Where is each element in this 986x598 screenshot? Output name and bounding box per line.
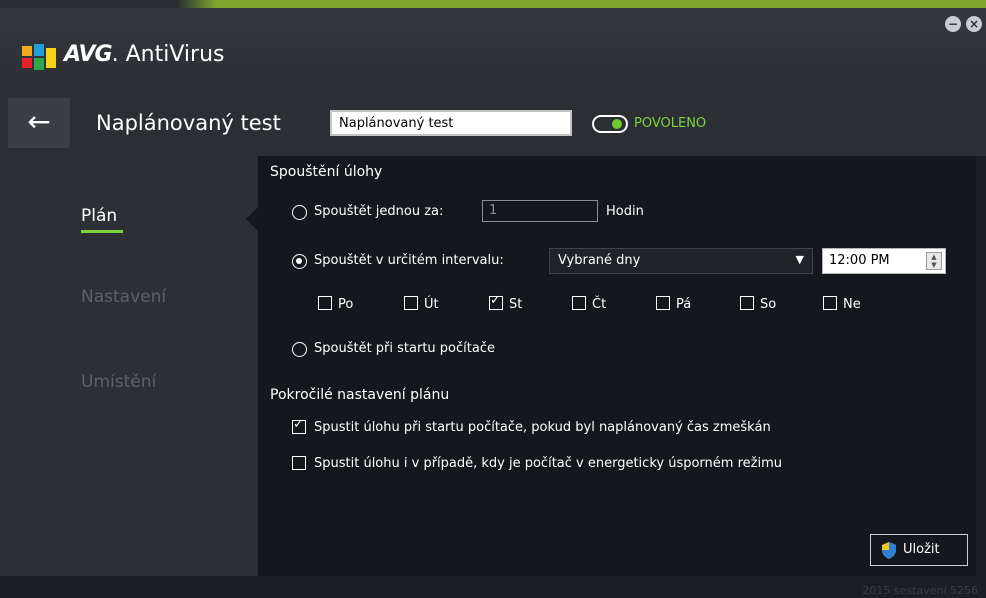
day-label-ne: Ne: [843, 297, 861, 312]
radio-run-interval[interactable]: [292, 254, 307, 269]
radio-run-once[interactable]: [292, 205, 307, 220]
advanced-powersave-label: Spustit úlohu i v případě, kdy je počíta…: [314, 456, 782, 471]
run-once-label: Spouštět jednou za:: [314, 204, 444, 219]
shield-icon: [882, 542, 896, 559]
day-checkbox-pa[interactable]: [656, 296, 670, 310]
run-startup-label: Spouštět při startu počítače: [314, 341, 495, 356]
section-title-schedule: Spouštění úlohy: [270, 164, 383, 180]
advanced-missed-label: Spustit úlohu při startu počítače, pokud…: [314, 420, 771, 435]
time-input[interactable]: 12:00 PM ▲ ▼: [822, 248, 946, 274]
active-nav-underline: [81, 230, 123, 233]
day-checkbox-ut[interactable]: [404, 296, 418, 310]
brand-product: AntiVirus: [125, 42, 225, 67]
build-version: 2015 sestavení 5256: [862, 584, 978, 597]
day-label-so: So: [760, 297, 777, 312]
save-button[interactable]: Uložit: [870, 534, 968, 566]
back-arrow-icon[interactable]: ←: [8, 98, 70, 148]
run-once-unit: Hodin: [606, 204, 644, 219]
close-button[interactable]: ×: [966, 16, 982, 32]
day-label-st: St: [509, 297, 523, 312]
content-panel: [258, 156, 976, 576]
interval-select[interactable]: Vybrané dny ▼: [549, 248, 813, 274]
advanced-checkbox-powersave[interactable]: [292, 456, 306, 470]
day-label-ut: Út: [424, 297, 439, 312]
sidebar-item-plan[interactable]: Plán: [81, 206, 117, 226]
day-checkbox-ne[interactable]: [823, 296, 837, 310]
time-value: 12:00 PM: [829, 253, 890, 268]
interval-select-value: Vybrané dny: [558, 253, 641, 268]
dropdown-arrow-icon: ▼: [795, 253, 804, 266]
day-checkbox-ct[interactable]: [572, 296, 586, 310]
section-title-advanced: Pokročilé nastavení plánu: [270, 387, 450, 403]
run-interval-label: Spouštět v určitém intervalu:: [314, 253, 504, 268]
app-brand: AVG. AntiVirus: [64, 42, 225, 67]
day-label-pa: Pá: [676, 297, 692, 312]
radio-run-startup[interactable]: [292, 342, 307, 357]
toggle-status-label: POVOLENO: [634, 116, 707, 131]
sidebar: [0, 156, 258, 576]
time-spinner-icon[interactable]: ▲ ▼: [926, 252, 942, 270]
task-name-input[interactable]: [330, 110, 572, 136]
day-label-ct: Čt: [592, 297, 607, 312]
page-title: Naplánovaný test: [96, 111, 281, 135]
day-label-po: Po: [338, 297, 354, 312]
day-checkbox-so[interactable]: [740, 296, 754, 310]
sidebar-item-location[interactable]: Umístění: [81, 372, 156, 392]
run-once-input[interactable]: 1: [482, 200, 598, 222]
sidebar-item-settings[interactable]: Nastavení: [81, 287, 166, 307]
brand-logo-text: AVG: [64, 42, 113, 67]
avg-logo-icon: [22, 44, 56, 70]
advanced-checkbox-missed[interactable]: [292, 417, 306, 434]
day-checkbox-st[interactable]: [489, 293, 503, 310]
toggle-knob: [612, 119, 622, 129]
day-checkbox-po[interactable]: [318, 296, 332, 310]
save-label: Uložit: [903, 542, 940, 557]
minimize-button[interactable]: −: [945, 16, 961, 32]
enabled-toggle[interactable]: [592, 115, 628, 133]
nav-pointer-icon: [246, 207, 258, 231]
top-accent-strip: [0, 0, 986, 8]
